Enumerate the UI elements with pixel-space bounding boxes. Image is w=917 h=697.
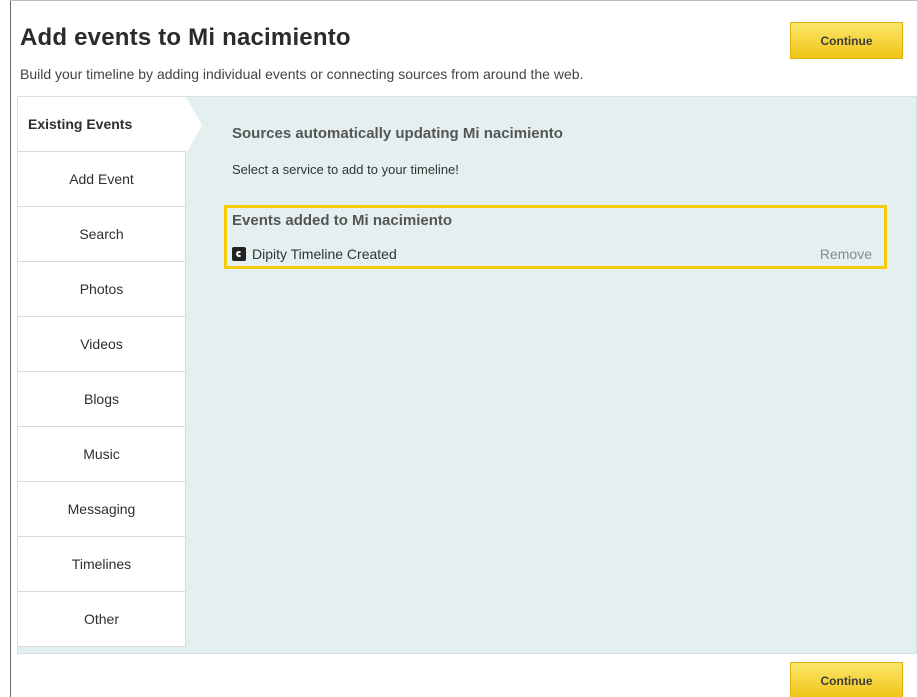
- tab-music[interactable]: Music: [18, 427, 186, 482]
- sources-heading: Sources automatically updating Mi nacimi…: [232, 125, 563, 142]
- event-row: Dipity Timeline Created Remove: [232, 246, 872, 262]
- tab-search[interactable]: Search: [18, 207, 186, 262]
- tab-timelines[interactable]: Timelines: [18, 537, 186, 592]
- page-subtitle: Build your timeline by adding individual…: [20, 66, 584, 82]
- tab-add-event[interactable]: Add Event: [18, 152, 186, 207]
- tab-photos[interactable]: Photos: [18, 262, 186, 317]
- sources-help-text: Select a service to add to your timeline…: [232, 162, 459, 177]
- continue-button-bottom[interactable]: Continue: [790, 662, 903, 697]
- remove-event-link[interactable]: Remove: [820, 246, 872, 262]
- window-top-border: [10, 0, 917, 1]
- events-heading: Events added to Mi nacimiento: [232, 212, 453, 229]
- events-added-box: Events added to Mi nacimiento Dipity Tim…: [224, 205, 887, 269]
- tab-messaging[interactable]: Messaging: [18, 482, 186, 537]
- tab-other[interactable]: Other: [18, 592, 186, 647]
- page-title: Add events to Mi nacimiento: [20, 24, 351, 51]
- dipity-icon: [232, 247, 246, 261]
- tab-list: Existing Events Add Event Search Photos …: [18, 97, 202, 647]
- tab-existing-events[interactable]: Existing Events: [18, 97, 202, 153]
- window-left-border: [10, 0, 11, 697]
- tab-blogs[interactable]: Blogs: [18, 372, 186, 427]
- event-title: Dipity Timeline Created: [252, 246, 397, 262]
- continue-button-top[interactable]: Continue: [790, 22, 903, 59]
- tab-videos[interactable]: Videos: [18, 317, 186, 372]
